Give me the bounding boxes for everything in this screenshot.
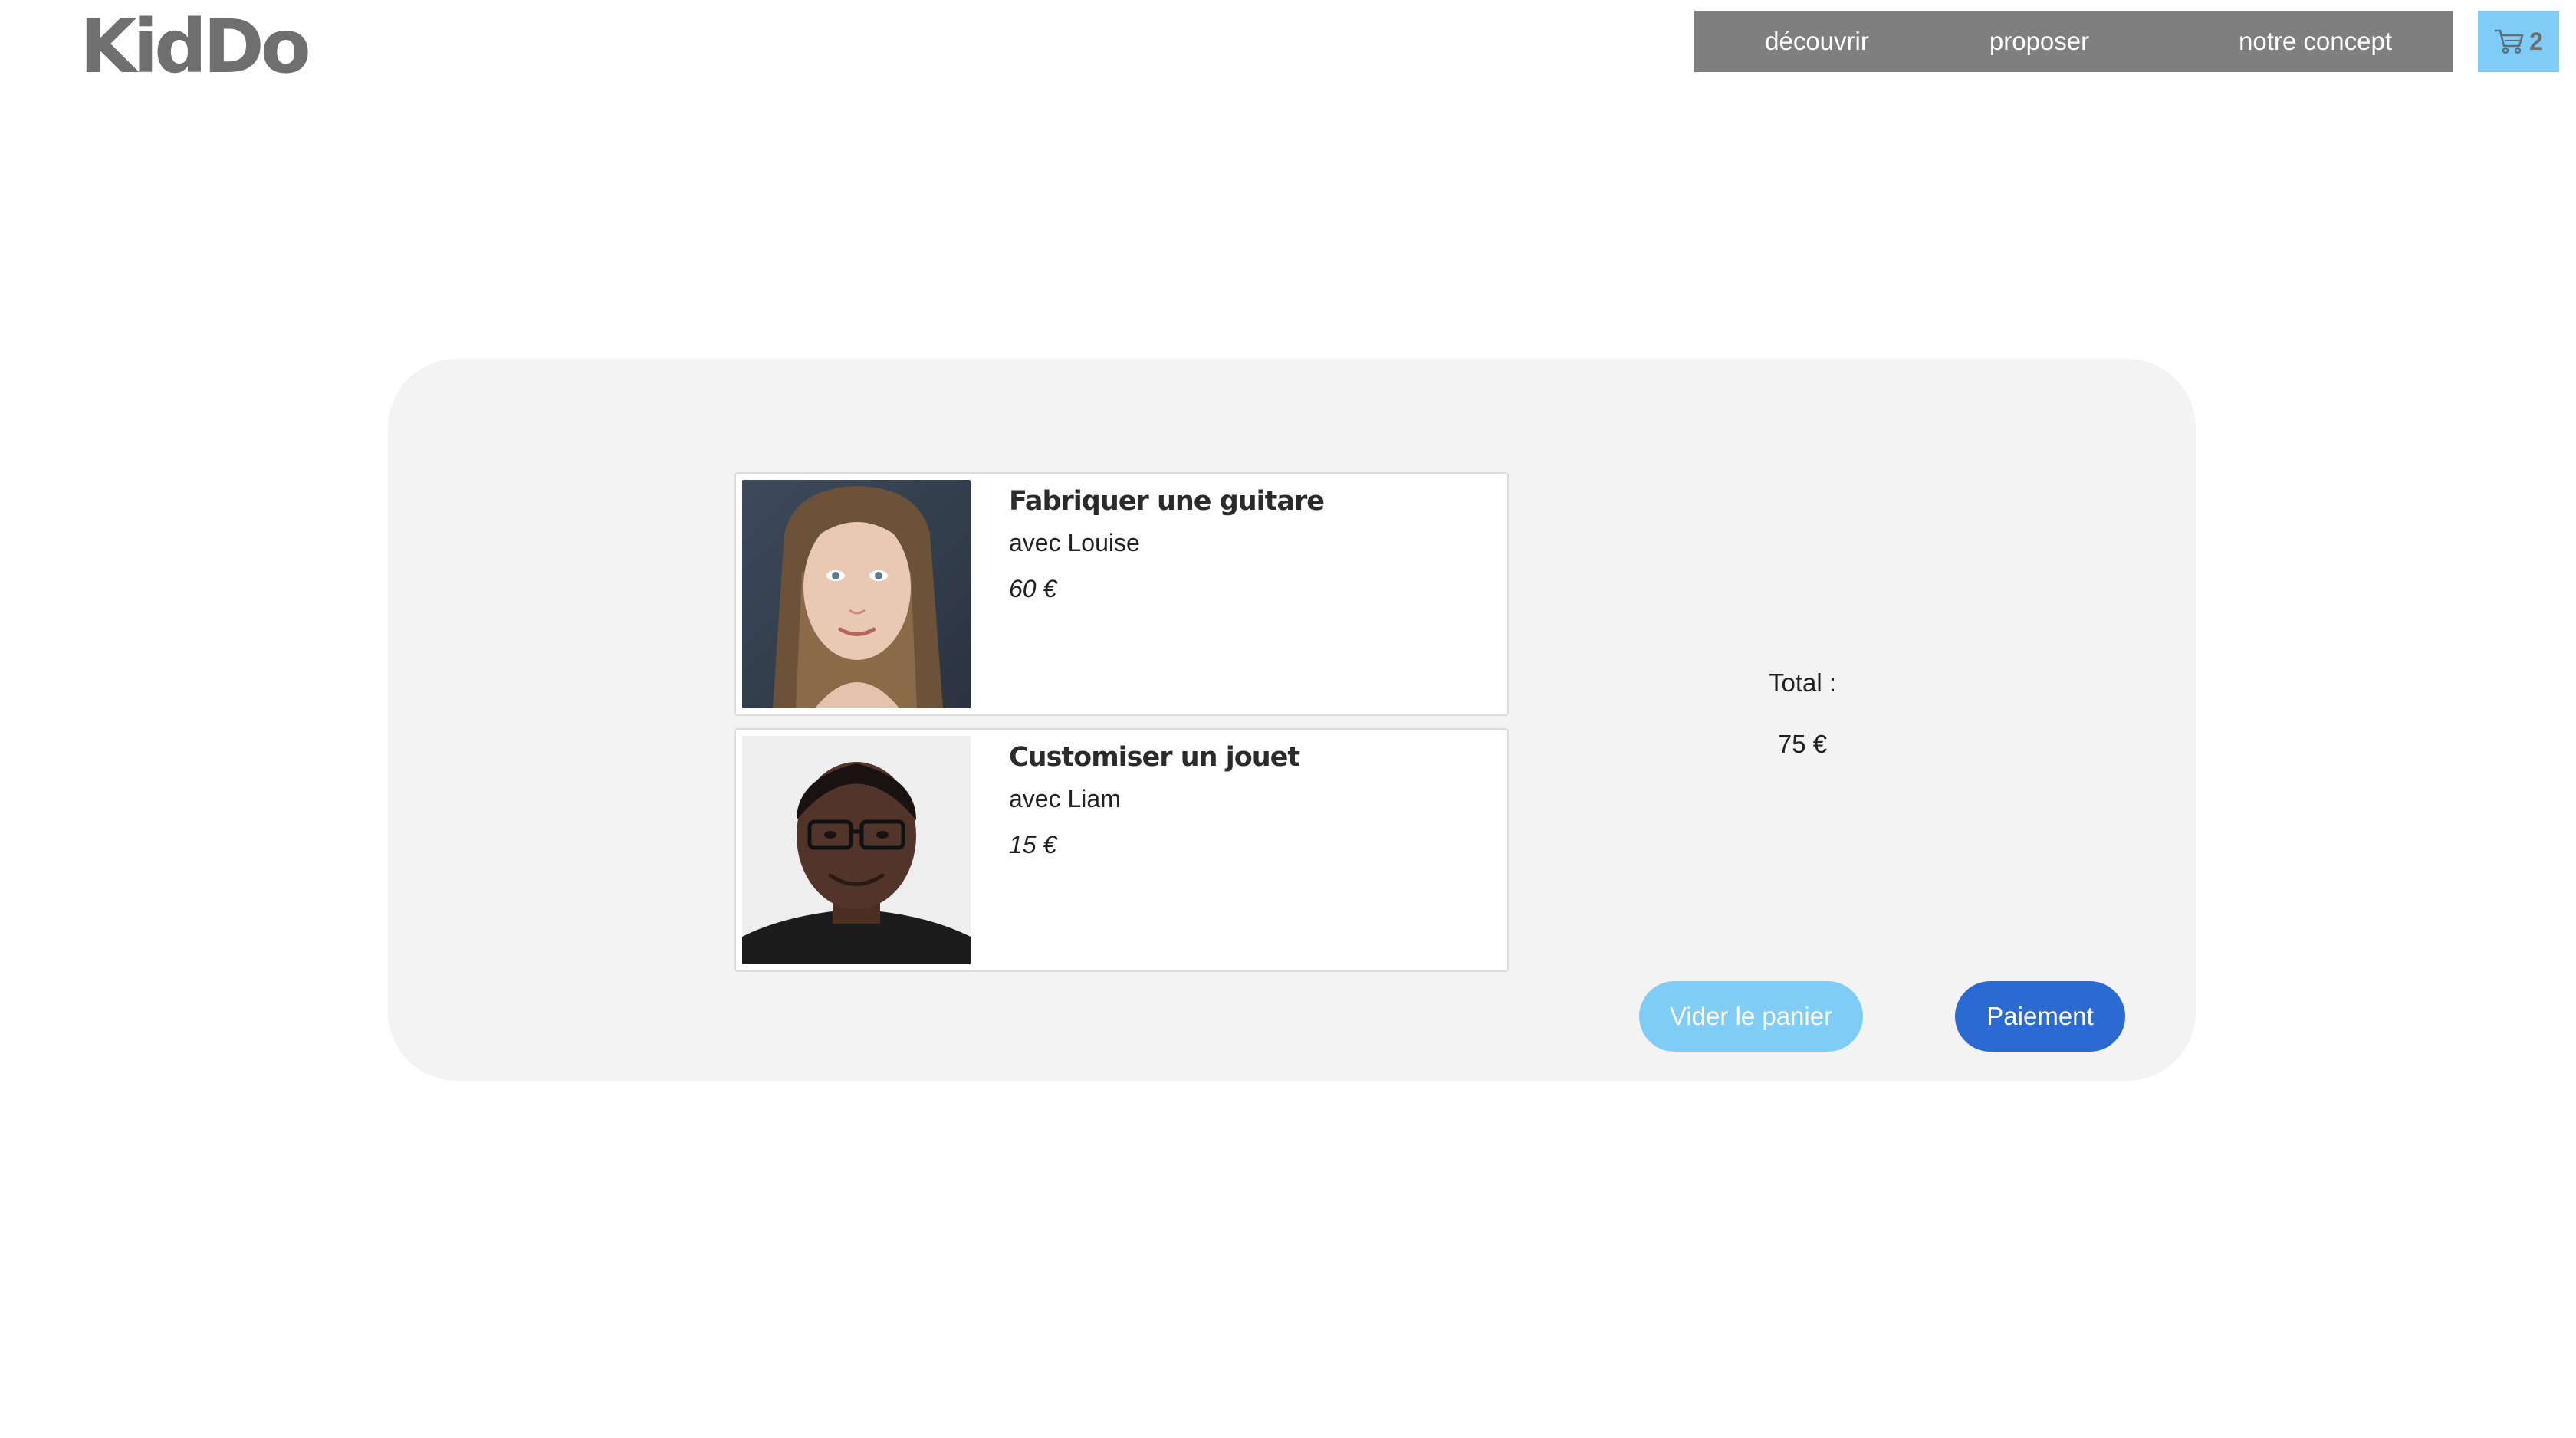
cart-button[interactable]: 2 bbox=[2478, 11, 2559, 72]
host-photo bbox=[742, 480, 971, 708]
pay-button[interactable]: Paiement bbox=[1955, 981, 2125, 1052]
nav-item-decouvrir[interactable]: découvrir bbox=[1725, 11, 1909, 72]
activity-title[interactable]: Fabriquer une guitare bbox=[1009, 486, 1325, 517]
cart-icon bbox=[2494, 28, 2525, 55]
logo[interactable]: KidDo bbox=[80, 5, 311, 89]
activity-price: 15 € bbox=[1009, 831, 1057, 859]
total-value: 75 € bbox=[1777, 730, 1828, 758]
main-nav: découvrir proposer notre concept bbox=[1694, 11, 2453, 72]
basket-panel: Fabriquer une guitare avec Louise 60 € C… bbox=[388, 359, 2196, 1081]
host-name: avec Liam bbox=[1009, 785, 1121, 813]
host-name: avec Louise bbox=[1009, 529, 1140, 556]
activity-price: 60 € bbox=[1009, 575, 1057, 602]
host-photo bbox=[742, 736, 971, 964]
nav-item-proposer[interactable]: proposer bbox=[1955, 11, 2124, 72]
nav-item-notre-concept[interactable]: notre concept bbox=[2200, 11, 2430, 72]
total-label: Total : bbox=[1768, 668, 1837, 697]
empty-basket-button[interactable]: Vider le panier bbox=[1639, 981, 1863, 1052]
activity-title[interactable]: Customiser un jouet bbox=[1009, 742, 1300, 773]
cart-count-badge: 2 bbox=[2529, 28, 2543, 55]
basket-item[interactable]: Customiser un jouet avec Liam 15 € bbox=[734, 728, 1509, 972]
basket-item[interactable]: Fabriquer une guitare avec Louise 60 € bbox=[734, 472, 1509, 716]
